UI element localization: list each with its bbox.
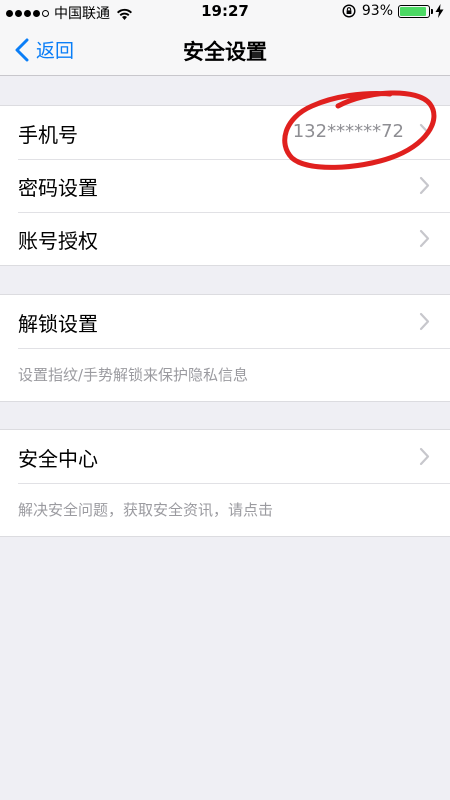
- unlock-settings-row[interactable]: 解锁设置: [0, 295, 450, 348]
- navigation-bar: 返回 安全设置: [0, 24, 450, 76]
- unlock-settings-description: 设置指纹/手势解锁来保护隐私信息: [0, 348, 450, 401]
- status-right: 93%: [342, 3, 444, 19]
- security-center-description-text: 解决安全问题，获取安全资讯，请点击: [18, 501, 274, 519]
- phone-number-row[interactable]: 手机号 132******72: [0, 106, 450, 159]
- account-authorization-label: 账号授权: [18, 229, 98, 253]
- charging-bolt-icon: [435, 4, 444, 18]
- security-center-label: 安全中心: [18, 447, 98, 471]
- unlock-settings-label: 解锁设置: [18, 312, 98, 336]
- unlock-settings-group: 解锁设置 设置指纹/手势解锁来保护隐私信息: [0, 294, 450, 402]
- battery-icon: [398, 4, 433, 18]
- account-authorization-row[interactable]: 账号授权: [0, 212, 450, 265]
- password-settings-label: 密码设置: [18, 176, 98, 200]
- security-center-description: 解决安全问题，获取安全资讯，请点击: [0, 483, 450, 536]
- battery-percent: 93%: [361, 3, 393, 19]
- chevron-right-icon: [419, 123, 430, 142]
- phone-number-value: 132******72: [292, 121, 404, 142]
- security-center-row[interactable]: 安全中心: [0, 430, 450, 483]
- chevron-right-icon: [419, 176, 430, 195]
- status-bar: 中国联通 19:27 93%: [0, 0, 450, 24]
- chevron-right-icon: [419, 312, 430, 331]
- chevron-right-icon: [419, 447, 430, 466]
- account-settings-group: 手机号 132******72 密码设置 账号授权: [0, 105, 450, 266]
- security-center-group: 安全中心 解决安全问题，获取安全资讯，请点击: [0, 429, 450, 537]
- page-title: 安全设置: [183, 40, 267, 64]
- chevron-right-icon: [419, 229, 430, 248]
- password-settings-row[interactable]: 密码设置: [0, 159, 450, 212]
- phone-number-label: 手机号: [18, 123, 78, 147]
- rotation-lock-icon: [342, 4, 356, 18]
- battery-level: [400, 6, 427, 16]
- unlock-description-text: 设置指纹/手势解锁来保护隐私信息: [18, 366, 249, 384]
